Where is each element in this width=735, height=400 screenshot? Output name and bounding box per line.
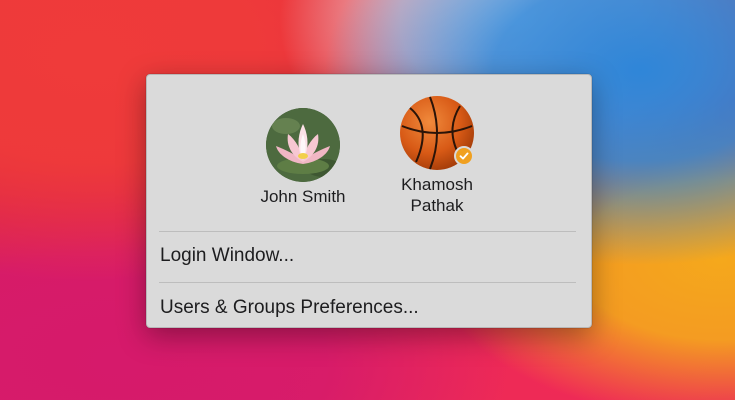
current-user-checkmark-icon <box>454 146 474 166</box>
users-groups-preferences-menu-item[interactable]: Users & Groups Preferences... <box>160 293 579 323</box>
user-name-khamosh-pathak: Khamosh Pathak <box>377 174 497 216</box>
user-khamosh-pathak[interactable]: Khamosh Pathak <box>377 96 497 216</box>
lotus-flower-image <box>266 108 340 182</box>
menu-separator <box>159 282 576 283</box>
menu-separator <box>159 231 576 232</box>
user-name-line2: Pathak <box>410 196 464 215</box>
avatar-basketball <box>400 96 474 170</box>
user-name-john-smith: John Smith <box>260 187 346 206</box>
user-name-line1: Khamosh <box>401 175 473 194</box>
login-window-menu-item[interactable]: Login Window... <box>160 241 579 271</box>
user-john-smith[interactable]: John Smith <box>243 108 363 207</box>
avatar-lotus-flower <box>266 108 340 182</box>
fast-user-switching-menu: John Smith Khamosh Pathak Login Window..… <box>146 74 592 328</box>
